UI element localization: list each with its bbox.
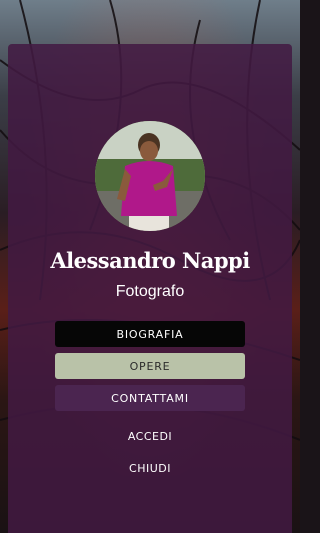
profile-avatar <box>95 121 205 231</box>
profile-name: Alessandro Nappi <box>50 248 250 273</box>
profile-role: Fotografo <box>115 283 185 300</box>
avatar-photo <box>95 121 205 231</box>
close-link[interactable]: CHIUDI <box>0 462 300 475</box>
biography-button[interactable]: BIOGRAFIA <box>55 321 245 347</box>
contact-button[interactable]: CONTATTAMI <box>55 385 245 411</box>
login-link[interactable]: ACCEDI <box>0 430 300 443</box>
works-button[interactable]: OPERE <box>55 353 245 379</box>
